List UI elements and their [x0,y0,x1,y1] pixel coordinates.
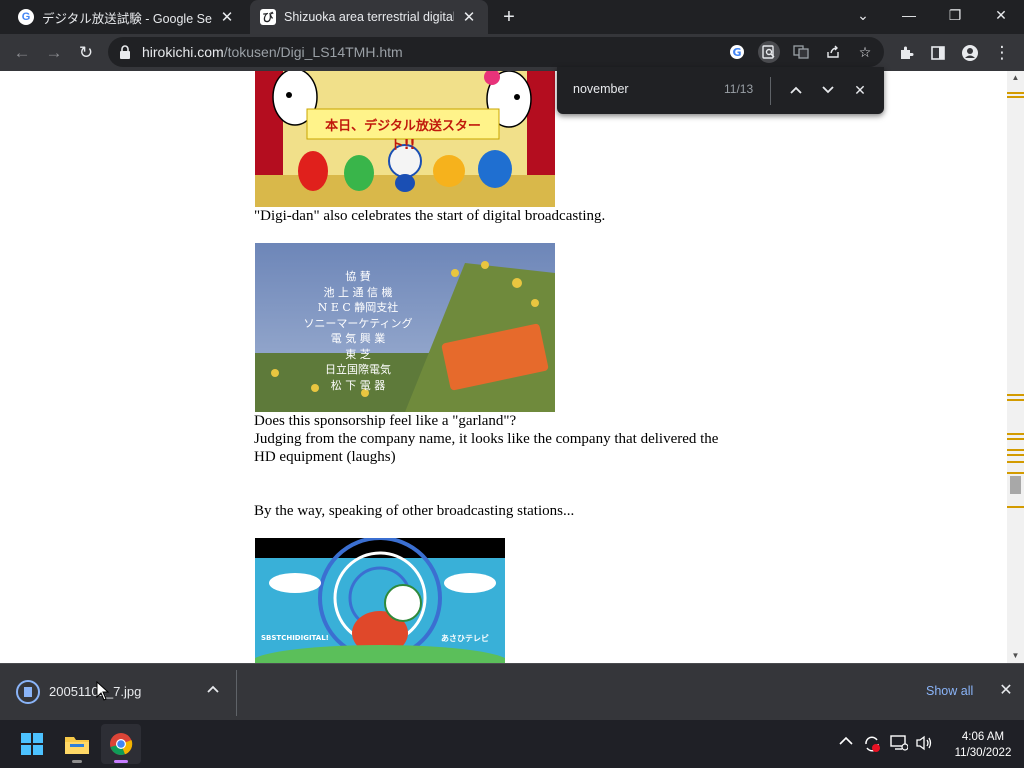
find-next-chevron-down-icon[interactable] [817,79,839,101]
sponsor-line: 松 下 電 器 [330,378,386,392]
file-explorer-icon[interactable] [57,724,97,764]
other-station-image: SBSTCHIDIGITAL! あさひテレビ [255,538,505,663]
site-favicon-icon: び [260,9,276,25]
app-active-indicator [114,760,128,763]
translate-icon[interactable] [790,41,812,63]
url-text[interactable]: hirokichi.com/tokusen/Digi_LS14TMH.htm [142,44,403,60]
digi-dan-image: 本日、デジタル放送スタート!! [255,71,555,207]
share-icon[interactable] [822,41,844,63]
clock-time: 4:06 AM [961,731,1005,743]
find-bar: november 11/13 ✕ [557,67,884,114]
tab-title: デジタル放送試験 - Google Search [42,11,212,26]
sponsor-line: ソニーマーケティング [303,316,413,330]
bookmark-star-icon[interactable]: ☆ [854,41,876,63]
find-match-marker [1007,438,1024,440]
download-file-icon [16,680,40,704]
tab-title: Shizuoka area terrestrial digital & [284,10,454,24]
find-match-marker [1007,92,1024,94]
find-match-count: 11/13 [724,82,754,96]
close-tab-icon[interactable]: ✕ [460,8,478,26]
sponsor-line: 池 上 通 信 機 [323,285,393,299]
station-label-right: あさひテレビ [441,634,489,643]
caption-digi-dan: "Digi-dan" also celebrates the start of … [254,208,606,224]
find-match-marker [1007,449,1024,451]
find-input[interactable]: november [573,82,629,96]
restore-icon[interactable]: ❐ [932,0,978,30]
address-bar[interactable]: hirokichi.com/tokusen/Digi_LS14TMH.htm G… [108,37,884,67]
sponsor-line: 日立国際電気 [325,363,391,376]
find-match-marker [1007,454,1024,456]
find-match-marker [1007,506,1024,508]
scroll-down-arrow-icon[interactable]: ▼ [1007,649,1024,663]
find-match-marker [1007,394,1024,396]
download-divider [236,670,237,716]
scroll-thumb[interactable] [1010,476,1021,494]
mouse-cursor-icon [96,681,110,701]
lock-icon [120,45,130,59]
extensions-puzzle-icon[interactable] [892,39,920,67]
app-running-indicator [72,760,82,763]
url-host: hirokichi.com [142,44,224,60]
find-match-marker [1007,472,1024,474]
find-match-marker [1007,399,1024,401]
sponsor-line: N E C 静岡支社 [317,301,399,314]
minimize-icon[interactable]: — [886,0,932,30]
chrome-taskbar-icon[interactable] [101,724,141,764]
tab-google-search[interactable]: G デジタル放送試験 - Google Search ✕ [8,0,246,34]
find-match-marker [1007,96,1024,98]
tab-search-chevron-icon[interactable]: ⌄ [840,0,886,30]
system-clock[interactable]: 4:06 AM 11/30/2022 [950,729,1016,761]
windows-taskbar: 4:06 AM 11/30/2022 [0,720,1024,768]
network-display-icon[interactable] [890,735,909,754]
close-download-shelf-icon[interactable]: ✕ [996,680,1016,700]
google-favicon-icon: G [18,9,34,25]
windows-start-icon[interactable] [12,724,52,764]
paragraph-sponsorship: Does this sponsorship feel like a "garla… [254,412,718,466]
show-all-downloads-link[interactable]: Show all [926,684,973,698]
text-line: HD equipment (laughs) [254,449,396,465]
sponsor-line: 東 芝 [345,347,371,361]
close-window-icon[interactable]: ✕ [978,0,1024,30]
google-lens-icon[interactable]: G [726,41,748,63]
side-panel-icon[interactable] [924,39,952,67]
new-tab-plus-icon[interactable]: + [498,6,520,28]
station-label-left: SBSTCHIDIGITAL! [261,634,329,642]
volume-speaker-icon[interactable] [915,735,933,754]
tab-shizuoka[interactable]: び Shizuoka area terrestrial digital & ✕ [250,0,488,34]
digi-dan-banner-text: 本日、デジタル放送スタート!! [325,119,481,153]
menu-kebab-icon[interactable]: ⋮ [988,39,1016,67]
sponsor-line: 電 気 興 業 [330,332,386,345]
browser-toolbar: ← → ↻ hirokichi.com/tokusen/Digi_LS14TMH… [0,34,1024,71]
find-match-marker [1007,461,1024,463]
paragraph-other-stations: By the way, speaking of other broadcasti… [254,503,575,519]
sync-alert-icon[interactable] [863,735,881,756]
find-previous-chevron-up-icon[interactable] [785,79,807,101]
close-tab-icon[interactable]: ✕ [218,8,236,26]
download-item[interactable]: 20051101_7.jpg [0,664,236,720]
scroll-up-arrow-icon[interactable]: ▲ [1007,71,1024,85]
text-line: Does this sponsorship feel like a "garla… [254,413,517,429]
tab-strip: G デジタル放送試験 - Google Search ✕ び Shizuoka … [0,0,1024,34]
url-path: /tokusen/Digi_LS14TMH.htm [223,44,403,60]
reload-icon[interactable]: ↻ [72,39,100,67]
text-line: Judging from the company name, it looks … [254,431,719,447]
find-in-page-icon[interactable] [758,41,780,63]
find-divider [770,77,771,105]
show-hidden-icons-chevron-icon[interactable] [839,733,853,749]
forward-arrow-icon[interactable]: → [40,39,68,67]
clock-date: 11/30/2022 [954,747,1012,759]
download-options-chevron-up-icon[interactable] [204,682,222,700]
profile-avatar-icon[interactable] [956,39,984,67]
page-scrollbar[interactable]: ▲ ▼ [1007,71,1024,663]
find-match-marker [1007,433,1024,435]
sponsor-title: 協 賛 [345,270,371,283]
sponsor-credits: 協 賛 池 上 通 信 機 N E C 静岡支社 ソニーマーケティング 電 気 … [303,269,413,393]
find-close-icon[interactable]: ✕ [849,79,871,101]
page-content: 本日、デジタル放送スタート!! "Digi-dan" also celebrat… [0,71,1007,663]
back-arrow-icon[interactable]: ← [8,39,36,67]
download-shelf: 20051101_7.jpg Show all ✕ [0,663,1024,720]
svg-text:G: G [732,46,741,59]
sponsorship-image: 協 賛 池 上 通 信 機 N E C 静岡支社 ソニーマーケティング 電 気 … [255,243,555,412]
